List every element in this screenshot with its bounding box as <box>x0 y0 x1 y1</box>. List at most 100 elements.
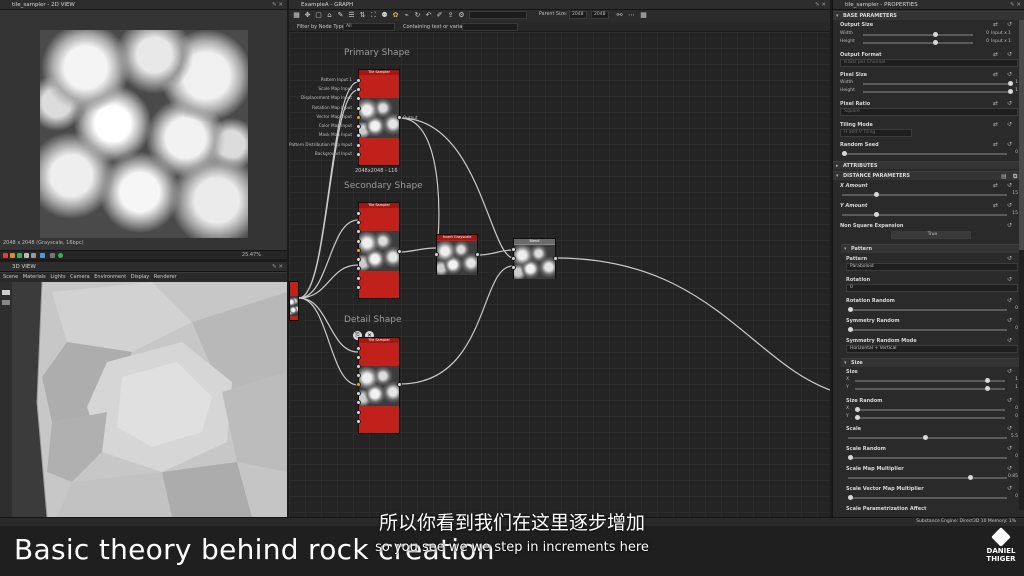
input-pin[interactable] <box>356 78 361 83</box>
reset-icon[interactable]: ↺ <box>1007 182 1012 189</box>
input-pin[interactable] <box>356 373 361 378</box>
input-pin[interactable] <box>356 419 361 424</box>
input-pin[interactable] <box>356 285 361 290</box>
output-pin[interactable] <box>475 252 480 257</box>
output-format-dropdown[interactable]: 8 bits per Channel <box>840 59 1018 67</box>
input-pin[interactable] <box>356 211 361 216</box>
menu-display[interactable]: Display <box>131 273 149 282</box>
properties-scrollbar[interactable] <box>1019 20 1024 510</box>
menu-environment[interactable]: Environment <box>94 273 126 282</box>
link-param-icon[interactable]: ⇄ <box>993 182 998 189</box>
input-pin[interactable] <box>356 220 361 225</box>
output-pin[interactable] <box>397 115 402 120</box>
input-pin[interactable] <box>511 265 516 270</box>
output-height-slider[interactable] <box>863 40 973 45</box>
input-pin[interactable] <box>356 400 361 405</box>
tile-sampler-primary-node[interactable]: Tile Sampler <box>358 69 400 166</box>
blend-node[interactable]: Blend <box>513 238 556 279</box>
input-pin[interactable] <box>434 252 439 257</box>
reset-icon[interactable]: ↺ <box>1007 297 1012 304</box>
output-pin[interactable] <box>397 382 402 387</box>
link-param-icon[interactable]: ⇄ <box>993 100 998 107</box>
pixel-width-slider[interactable] <box>863 81 1013 86</box>
reset-icon[interactable]: ↺ <box>1007 465 1012 472</box>
output-height-mode[interactable]: Input x 1 <box>991 39 1011 44</box>
channel-red-icon[interactable] <box>3 253 8 258</box>
input-pin[interactable] <box>356 124 361 129</box>
input-pin[interactable] <box>356 133 361 138</box>
input-pin[interactable] <box>356 152 361 157</box>
reset-icon[interactable]: ↺ <box>1007 121 1012 128</box>
input-pin[interactable] <box>356 229 361 234</box>
output-width-mode[interactable]: Input x 1 <box>991 31 1011 36</box>
input-pin[interactable] <box>356 257 361 262</box>
y-amount-slider[interactable] <box>842 212 1007 217</box>
pixel-ratio-dropdown[interactable]: Square <box>840 108 1018 116</box>
input-pin[interactable] <box>356 391 361 396</box>
section-distance-parameters[interactable]: ▾ DISTANCE PARAMETERS ▤ ⧉ <box>833 171 1024 180</box>
output-pin[interactable] <box>553 256 558 261</box>
reset-icon[interactable]: ↺ <box>1007 202 1012 209</box>
size-random-y-slider[interactable] <box>855 415 1005 420</box>
symmetry-random-slider[interactable] <box>848 327 1007 332</box>
reset-icon[interactable]: ↺ <box>1007 21 1012 28</box>
symmetry-random-mode-dropdown[interactable]: Horizontal + Vertical <box>846 345 1018 353</box>
menu-renderer[interactable]: Renderer <box>154 273 177 282</box>
rotation-dropdown[interactable]: 0 <box>846 284 1018 292</box>
light-icon[interactable] <box>2 300 10 305</box>
pixel-height-slider[interactable] <box>863 89 1013 94</box>
reset-icon[interactable]: ↺ <box>1007 425 1012 432</box>
reset-icon[interactable]: ↺ <box>1007 51 1012 58</box>
reset-icon[interactable]: ↺ <box>1007 276 1012 283</box>
color-picker-icon[interactable] <box>50 253 55 258</box>
menu-lights[interactable]: Lights <box>50 273 65 282</box>
link-param-icon[interactable]: ⇄ <box>993 141 998 148</box>
input-pin[interactable] <box>356 115 361 120</box>
section-pattern[interactable]: ▾ Pattern <box>841 244 1024 253</box>
random-seed-slider[interactable] <box>842 151 1007 156</box>
input-pin[interactable] <box>511 256 516 261</box>
scale-vector-map-multiplier-slider[interactable] <box>848 495 1007 500</box>
pin-icon[interactable]: ✎ ✕ <box>272 0 283 10</box>
section-attributes[interactable]: ▸ ATTRIBUTES <box>833 161 1024 169</box>
link-param-icon[interactable]: ⇄ <box>993 202 998 209</box>
menu-materials[interactable]: Materials <box>23 273 46 282</box>
link-param-icon[interactable]: ⇄ <box>993 21 998 28</box>
reset-icon[interactable]: ↺ <box>1007 255 1012 262</box>
copy-icon[interactable]: ⧉ <box>1013 172 1017 181</box>
display-icon[interactable] <box>31 253 36 258</box>
reset-icon[interactable]: ↺ <box>1007 368 1012 375</box>
reset-icon[interactable]: ↺ <box>1007 141 1012 148</box>
channel-green-icon[interactable] <box>17 253 22 258</box>
reset-icon[interactable]: ↺ <box>1007 317 1012 324</box>
input-pin[interactable] <box>356 382 361 387</box>
input-pin[interactable] <box>356 410 361 415</box>
x-amount-slider[interactable] <box>842 192 1007 197</box>
input-pin[interactable] <box>356 106 361 111</box>
tile-sampler-detail-node[interactable]: Tile Sampler <box>358 337 400 434</box>
input-pin[interactable] <box>356 239 361 244</box>
size-x-slider[interactable] <box>855 378 1005 383</box>
input-pin[interactable] <box>356 355 361 360</box>
tiling-icon[interactable] <box>40 253 45 258</box>
menu-scene[interactable]: Scene <box>3 273 18 282</box>
scale-random-slider[interactable] <box>848 455 1007 460</box>
channel-alpha-icon[interactable] <box>24 253 29 258</box>
input-pin[interactable] <box>356 276 361 281</box>
reset-icon[interactable]: ↺ <box>1007 71 1012 78</box>
input-pin[interactable] <box>356 248 361 253</box>
upstream-node[interactable] <box>289 281 299 321</box>
reset-icon[interactable]: ↺ <box>1007 222 1012 229</box>
pin-icon[interactable]: ✎ ✕ <box>272 262 283 272</box>
input-pin[interactable] <box>356 364 361 369</box>
tile-sampler-secondary-node[interactable]: Tile Sampler <box>358 202 400 299</box>
pattern-dropdown[interactable]: Paraboloid <box>846 263 1018 271</box>
scale-map-multiplier-slider[interactable] <box>848 475 1007 480</box>
input-pin[interactable] <box>356 143 361 148</box>
menu-camera[interactable]: Camera <box>70 273 90 282</box>
input-pin[interactable] <box>511 247 516 252</box>
section-size[interactable]: ▾ Size <box>841 358 1024 367</box>
link-param-icon[interactable]: ⇄ <box>993 71 998 78</box>
size-y-slider[interactable] <box>855 386 1005 391</box>
reset-icon[interactable]: ↺ <box>1007 337 1012 344</box>
